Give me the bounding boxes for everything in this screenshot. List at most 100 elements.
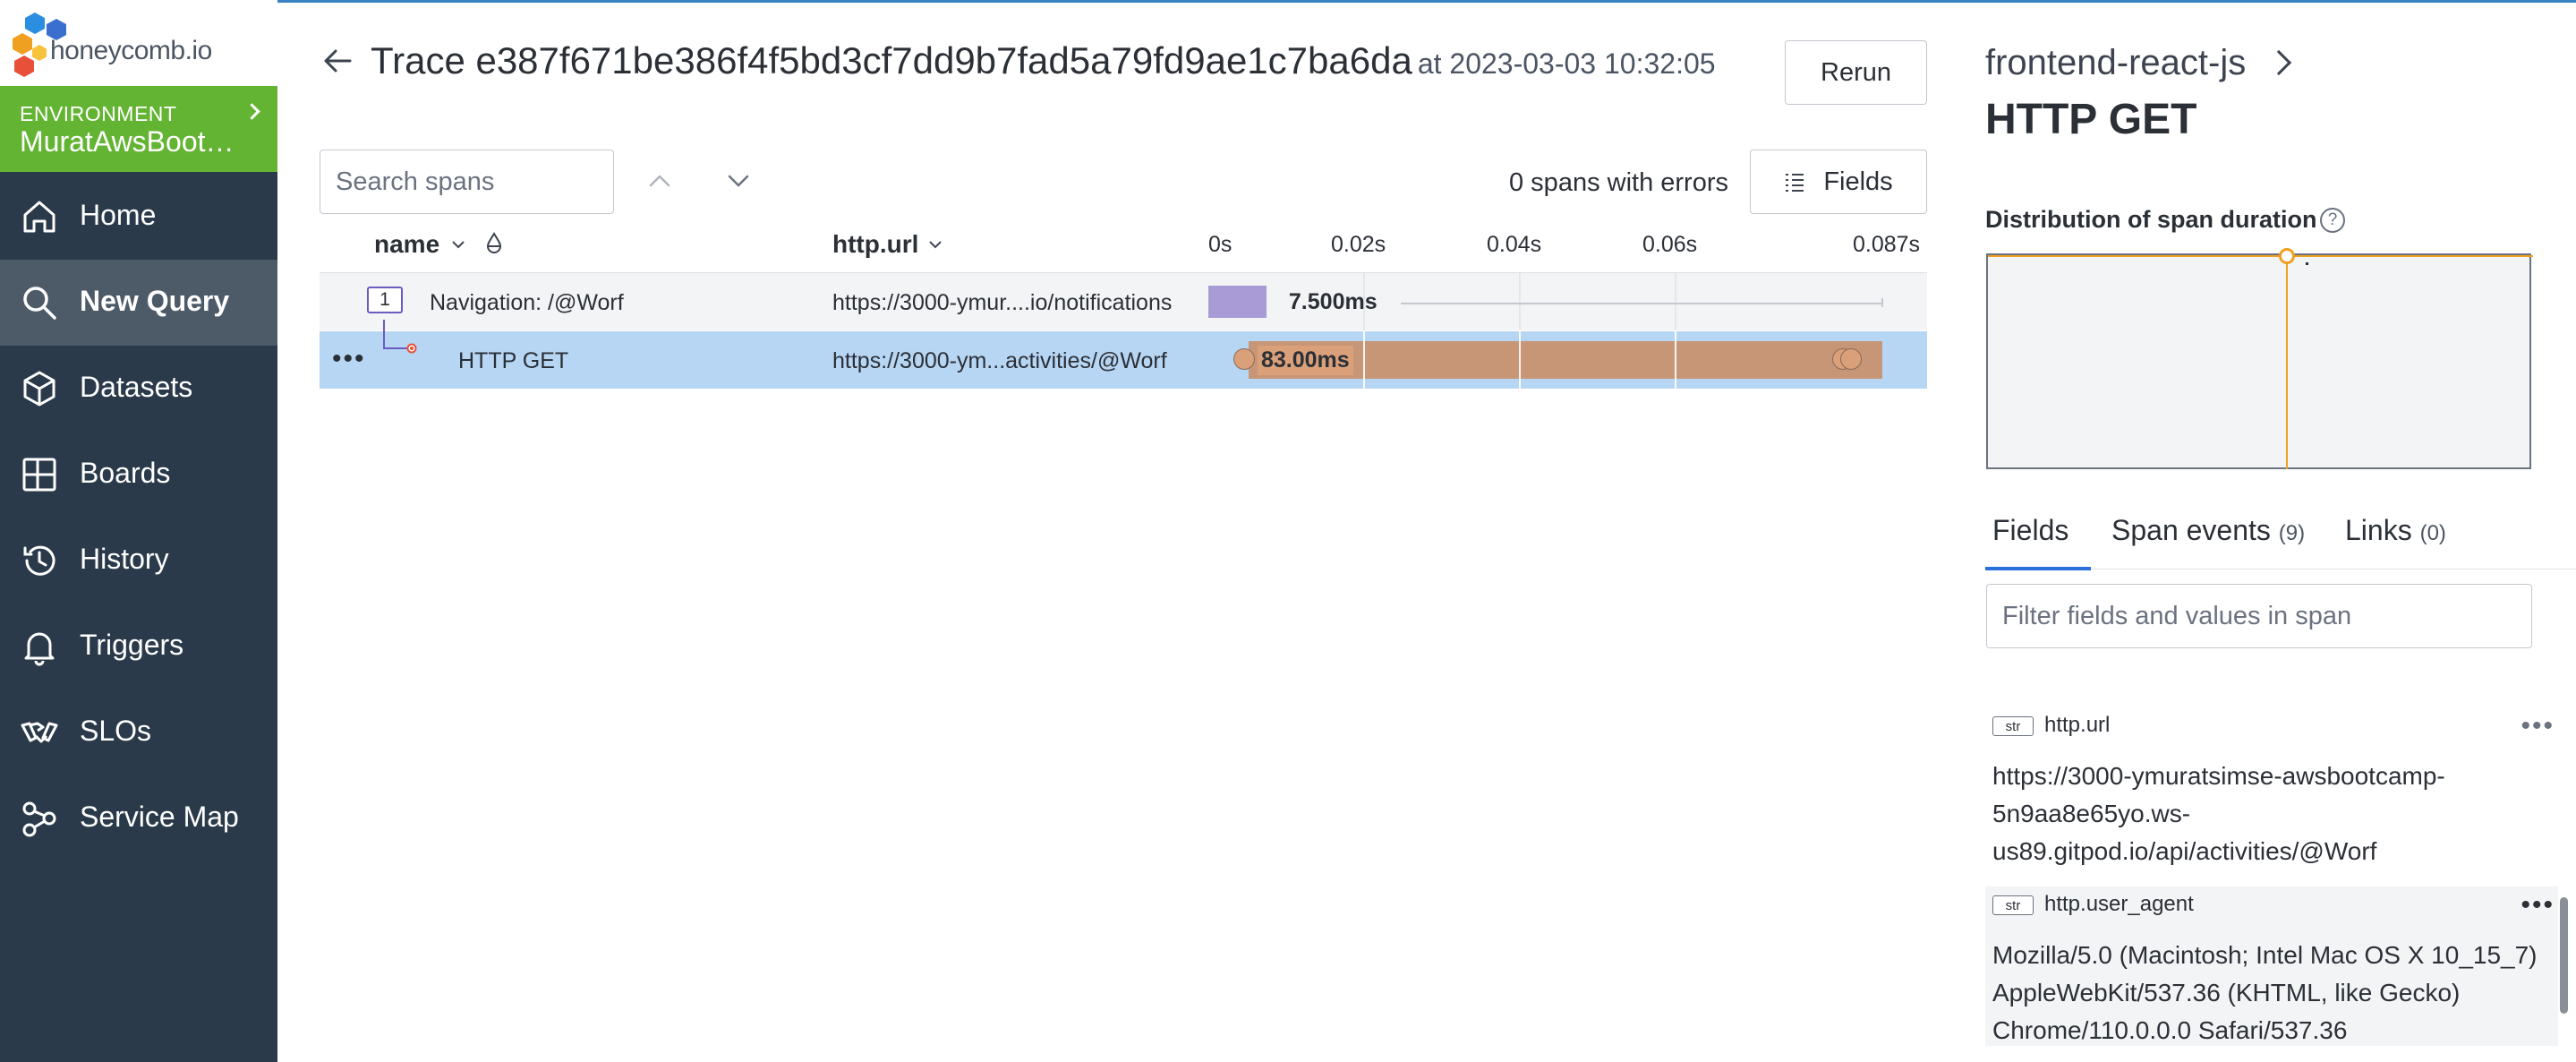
timeline-gridline bbox=[1675, 331, 1676, 389]
column-header-name[interactable]: name bbox=[374, 230, 439, 259]
drop-icon[interactable] bbox=[484, 231, 504, 254]
fields-button-label: Fields bbox=[1823, 167, 1893, 196]
logo-hex-yellow bbox=[32, 45, 47, 61]
timeline-gridline bbox=[1519, 331, 1521, 389]
span-start-marker bbox=[1233, 348, 1255, 370]
rerun-button[interactable]: Rerun bbox=[1785, 40, 1927, 105]
span-extent-tick bbox=[1881, 298, 1883, 307]
logo[interactable]: honeycomb.io bbox=[0, 0, 277, 86]
span-timeline: 83.00ms bbox=[1208, 331, 1882, 389]
environment-label: ENVIRONMENT bbox=[20, 102, 177, 125]
more-options-icon[interactable]: ••• bbox=[332, 344, 366, 374]
cube-icon bbox=[23, 371, 55, 407]
more-options-icon[interactable]: ••• bbox=[2521, 890, 2555, 921]
duration-histogram[interactable] bbox=[1986, 248, 2533, 469]
logo-hex-red bbox=[14, 56, 34, 77]
tab-span-events-count: (9) bbox=[2278, 521, 2306, 545]
child-count-badge[interactable]: 1 bbox=[367, 287, 403, 313]
nav-item-home[interactable]: Home bbox=[0, 174, 277, 260]
handshake-icon bbox=[21, 722, 58, 743]
nav-label-new-query: New Query bbox=[80, 285, 230, 317]
back-arrow-icon[interactable] bbox=[320, 43, 355, 79]
grid-icon bbox=[22, 458, 56, 492]
span-bar[interactable] bbox=[1208, 286, 1267, 318]
help-icon[interactable]: ? bbox=[2320, 208, 2345, 233]
histogram-point bbox=[2306, 262, 2308, 265]
home-icon bbox=[23, 201, 55, 233]
search-spans-input[interactable] bbox=[320, 150, 614, 214]
span-end-marker bbox=[1840, 348, 1862, 370]
distribution-title: Distribution of span duration bbox=[1985, 206, 2317, 233]
more-options-icon[interactable]: ••• bbox=[2521, 711, 2555, 741]
logo-hex-orange bbox=[13, 33, 32, 55]
field-value: Mozilla/5.0 (Macintosh; Intel Mac OS X 1… bbox=[1992, 941, 2538, 1044]
field-name: http.user_agent bbox=[2044, 892, 2194, 916]
nav-item-datasets[interactable]: Datasets bbox=[0, 346, 277, 432]
environment-selector[interactable]: ENVIRONMENT MuratAwsBootcamp bbox=[0, 86, 277, 172]
span-duration-label: 83.00ms bbox=[1258, 346, 1353, 375]
tab-links[interactable]: Links (0) bbox=[2345, 514, 2446, 547]
nav-item-triggers[interactable]: Triggers bbox=[0, 604, 277, 689]
tab-fields[interactable]: Fields bbox=[1992, 514, 2068, 547]
nav-item-slos[interactable]: SLOs bbox=[0, 689, 277, 775]
tab-links-label: Links bbox=[2345, 514, 2412, 546]
histogram-bar bbox=[1988, 255, 2533, 257]
active-tab-indicator bbox=[1985, 567, 2091, 570]
chevron-right-icon[interactable] bbox=[2265, 49, 2292, 76]
sidebar: honeycomb.io ENVIRONMENT MuratAwsBootcam… bbox=[0, 0, 277, 1062]
nav-label-home: Home bbox=[80, 199, 157, 231]
span-name: Navigation: /@Worf bbox=[430, 290, 624, 315]
chevron-down-icon[interactable] bbox=[725, 167, 752, 194]
fields-button[interactable]: Fields bbox=[1750, 150, 1927, 214]
app-root: honeycomb.io ENVIRONMENT MuratAwsBootcam… bbox=[0, 0, 2576, 1062]
trace-timestamp: at 2023-03-03 10:32:05 bbox=[1417, 47, 1716, 80]
tick-label: 0.02s bbox=[1331, 232, 1386, 257]
span-timeline: 7.500ms bbox=[1208, 273, 1883, 330]
tree-connector bbox=[383, 320, 417, 354]
sort-chevron-icon[interactable] bbox=[450, 236, 466, 253]
timeline-gridline bbox=[1363, 331, 1365, 389]
environment-value: MuratAwsBootcamp bbox=[20, 125, 235, 158]
tab-span-events-label: Span events bbox=[2111, 514, 2271, 546]
nav-item-history[interactable]: History bbox=[0, 518, 277, 604]
tick-label: 0.06s bbox=[1642, 232, 1698, 257]
bell-icon bbox=[24, 632, 55, 666]
list-icon bbox=[1786, 174, 1804, 192]
column-header-url[interactable]: http.url bbox=[832, 230, 918, 259]
tick-label: 0.087s bbox=[1853, 232, 1921, 257]
filter-fields-input[interactable] bbox=[1986, 584, 2532, 648]
span-extent-line bbox=[1400, 303, 1882, 304]
nav-label-service-map: Service Map bbox=[80, 801, 239, 833]
tab-span-events[interactable]: Span events (9) bbox=[2111, 514, 2305, 547]
span-duration-label: 7.500ms bbox=[1288, 289, 1378, 314]
nav-label-history: History bbox=[80, 543, 169, 575]
sort-chevron-icon[interactable] bbox=[927, 236, 943, 253]
field-name: http.url bbox=[2044, 713, 2111, 737]
column-url-label: http.url bbox=[832, 230, 919, 258]
tab-links-count: (0) bbox=[2419, 521, 2446, 545]
chevron-up-icon[interactable] bbox=[646, 167, 673, 194]
field-row[interactable]: str http.user_agent ••• Mozilla/5.0 (Mac… bbox=[1985, 886, 2558, 1046]
search-icon bbox=[23, 287, 56, 320]
span-name: HTTP GET bbox=[458, 348, 569, 373]
nav-label-slos: SLOs bbox=[80, 715, 152, 747]
histogram-marker-handle[interactable] bbox=[2279, 248, 2295, 264]
nav-item-boards[interactable]: Boards bbox=[0, 432, 277, 518]
span-title: HTTP GET bbox=[1985, 96, 2197, 143]
logo-hex-blue bbox=[25, 13, 45, 34]
timeline-gridline bbox=[1519, 273, 1521, 330]
errors-count: 0 spans with errors bbox=[1509, 168, 1728, 197]
service-name[interactable]: frontend-react-js bbox=[1985, 43, 2246, 83]
nav-item-new-query[interactable]: New Query bbox=[0, 260, 277, 346]
nav-label-boards: Boards bbox=[80, 457, 171, 489]
history-icon bbox=[23, 545, 55, 576]
nav-item-service-map[interactable]: Service Map bbox=[0, 775, 277, 861]
tick-label: 0s bbox=[1208, 232, 1233, 257]
histogram-marker-line bbox=[2286, 255, 2288, 469]
network-icon bbox=[22, 801, 56, 837]
field-row[interactable]: str http.url ••• https://3000-ymuratsims… bbox=[1985, 707, 2558, 878]
nav-label-datasets: Datasets bbox=[80, 371, 193, 403]
nav-label-triggers: Triggers bbox=[80, 629, 184, 661]
scrollbar-thumb[interactable] bbox=[2560, 897, 2568, 1014]
chevron-right-icon bbox=[243, 103, 260, 120]
